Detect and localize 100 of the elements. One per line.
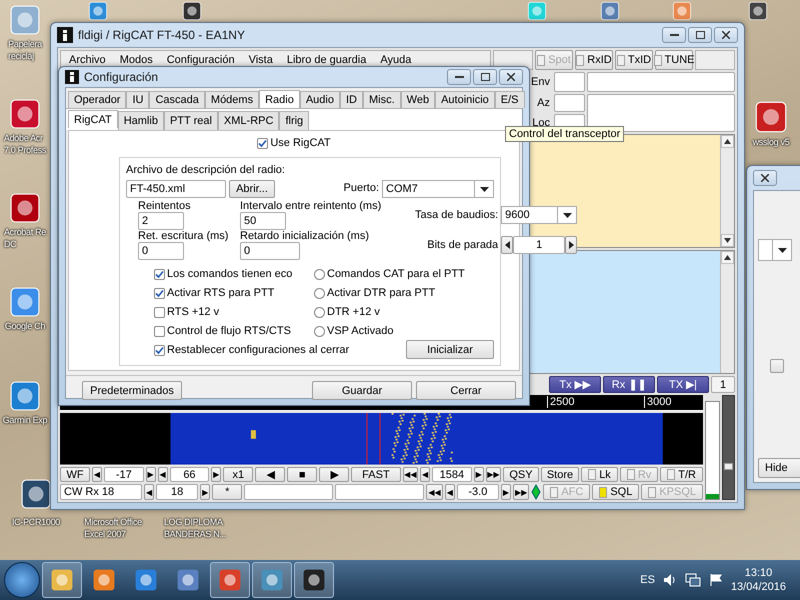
waterfall-display[interactable] — [60, 413, 703, 465]
save-button[interactable]: Guardar — [312, 381, 412, 400]
decrement-button[interactable] — [501, 236, 514, 254]
toggle-button[interactable]: RxID — [575, 50, 613, 70]
speaker-icon[interactable] — [662, 573, 677, 587]
input-field[interactable]: 2 — [138, 212, 184, 230]
tab[interactable]: Web — [400, 91, 436, 108]
arrow-button[interactable]: ◀ — [158, 467, 168, 482]
taskbar-app[interactable] — [42, 562, 82, 598]
checkbox[interactable] — [154, 306, 165, 318]
spin-field[interactable]: 1 — [513, 236, 566, 254]
value-field[interactable]: 66 — [170, 467, 210, 482]
program-icon[interactable] — [748, 1, 768, 21]
tab[interactable]: ID — [340, 91, 363, 108]
baud-dropdown[interactable]: 9600 — [501, 206, 578, 224]
tab[interactable]: IU — [126, 91, 150, 108]
program-icon[interactable] — [9, 98, 41, 130]
checkbox-label[interactable]: Restablecer configuraciones al cerrar — [167, 344, 350, 356]
taskbar-app[interactable] — [252, 562, 292, 598]
control-button[interactable]: FAST — [351, 467, 401, 482]
tab[interactable]: Módems — [204, 91, 260, 108]
control-button[interactable]: * — [212, 484, 242, 500]
control-button[interactable]: ■ — [287, 467, 318, 482]
input-field[interactable]: 0 — [138, 242, 184, 260]
port-dropdown[interactable]: COM7 — [382, 180, 494, 198]
slider-thumb[interactable] — [724, 463, 733, 470]
toggle-button[interactable]: TUNE — [655, 50, 693, 70]
open-button[interactable]: Abrir... — [229, 180, 275, 198]
taskbar-app[interactable] — [294, 562, 334, 598]
checkbox-label[interactable]: Activar RTS para PTT — [167, 287, 274, 299]
menu-item[interactable]: Ayuda — [380, 54, 412, 66]
tab[interactable]: Audio — [300, 91, 340, 108]
arrow-button[interactable]: ▶ — [146, 467, 156, 482]
value-field[interactable]: 18 — [156, 484, 198, 500]
input-field[interactable] — [587, 72, 735, 92]
input-field[interactable] — [554, 94, 585, 112]
arrow-button[interactable]: ▶ — [474, 467, 484, 482]
hide-button[interactable]: Hide — [758, 458, 800, 478]
toggle-button[interactable]: T/R — [660, 467, 703, 482]
program-icon[interactable] — [754, 100, 788, 134]
tab[interactable]: XML-RPC — [218, 111, 280, 130]
tab[interactable]: Misc. — [362, 91, 401, 108]
arrow-button[interactable]: ▶ — [200, 484, 210, 500]
program-icon[interactable] — [20, 478, 52, 510]
input-field[interactable] — [695, 50, 735, 70]
checkbox[interactable] — [154, 344, 165, 356]
flag-icon[interactable] — [708, 573, 723, 587]
scroll-down-button[interactable] — [721, 234, 734, 247]
minimize-button[interactable] — [662, 27, 686, 43]
control-button[interactable]: x1 — [223, 467, 254, 482]
scroll-up-button[interactable] — [721, 251, 734, 264]
menu-item[interactable]: Vista — [248, 54, 273, 66]
clock-time[interactable]: 13:10 — [744, 566, 772, 580]
input-field[interactable] — [244, 484, 334, 500]
start-button[interactable] — [4, 562, 40, 598]
checkbox-label[interactable]: DTR +12 v — [327, 306, 380, 318]
control-button[interactable]: ▶ — [319, 467, 350, 482]
checkbox-label[interactable]: Control de flujo RTS/CTS — [167, 325, 291, 337]
initialize-button[interactable]: Inicializar — [406, 340, 494, 359]
checkbox-label[interactable]: Los comandos tienen eco — [167, 268, 292, 280]
tab[interactable]: Operador — [68, 91, 126, 108]
arrow-button[interactable]: ▶▶ — [513, 484, 530, 500]
tab[interactable]: Radio — [259, 90, 300, 108]
maximize-button[interactable] — [688, 27, 712, 43]
mode-button[interactable]: Rx ❚❚ — [603, 376, 655, 393]
menu-item[interactable]: Modos — [120, 54, 153, 66]
tab[interactable]: Cascada — [149, 91, 205, 108]
checkbox[interactable] — [154, 288, 165, 298]
checkbox[interactable] — [314, 306, 325, 318]
checkbox-label[interactable]: RTS +12 v — [167, 306, 220, 318]
mode-button[interactable]: TX ▶| — [657, 376, 709, 393]
checkbox[interactable] — [154, 326, 165, 336]
input-field[interactable] — [335, 484, 424, 500]
checkbox-label[interactable]: Comandos CAT para el PTT — [327, 268, 465, 280]
tab[interactable]: Hamlib — [118, 111, 164, 130]
checkbox-label[interactable]: Use RigCAT — [270, 137, 331, 149]
program-icon[interactable] — [182, 1, 202, 21]
tab[interactable]: PTT real — [164, 111, 218, 130]
value-field[interactable]: -3.0 — [456, 484, 499, 500]
arrow-button[interactable]: ▶▶ — [486, 467, 502, 482]
input-field[interactable]: 0 — [240, 242, 300, 260]
tab[interactable]: E/S — [494, 91, 525, 108]
input-field[interactable]: 50 — [240, 212, 286, 230]
tab[interactable]: Autoinicio — [435, 91, 495, 108]
increment-button[interactable] — [565, 236, 578, 254]
scrollbar[interactable] — [720, 251, 734, 373]
scroll-up-button[interactable] — [721, 135, 734, 148]
arrow-button[interactable]: ◀ — [92, 467, 102, 482]
defaults-button[interactable]: Predeterminados — [82, 381, 182, 400]
small-button[interactable] — [770, 359, 784, 373]
control-button[interactable]: Store — [540, 467, 580, 482]
close-button[interactable] — [753, 170, 777, 186]
arrow-button[interactable]: ▶ — [500, 484, 511, 500]
toggle-button[interactable]: SQL — [592, 484, 640, 500]
input-field[interactable] — [554, 72, 585, 92]
value-field[interactable]: 1584 — [432, 467, 472, 482]
control-button[interactable]: QSY — [503, 467, 539, 482]
arrow-button[interactable]: ◀◀ — [426, 484, 443, 500]
toggle-button[interactable]: Lk — [581, 467, 618, 482]
language-indicator[interactable]: ES — [640, 574, 655, 586]
